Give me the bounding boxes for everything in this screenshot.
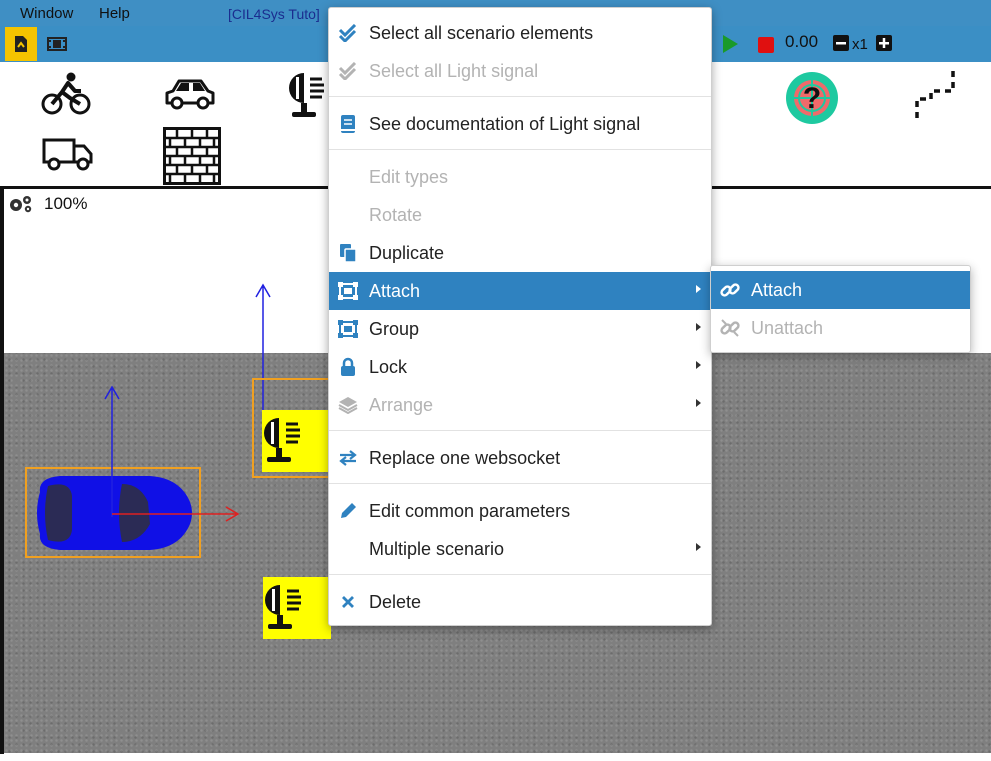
cyclist-icon[interactable] (40, 68, 92, 118)
menu-separator (329, 430, 711, 431)
menu-item-group[interactable]: Group (329, 310, 711, 348)
menu-window[interactable]: Window (20, 5, 73, 22)
radar-help-icon[interactable]: ? (784, 70, 840, 126)
context-menu: Select all scenario elements Select all … (328, 7, 712, 626)
menu-separator (329, 149, 711, 150)
car-icon[interactable] (162, 74, 218, 114)
close-icon (337, 591, 359, 613)
submenu-item-attach[interactable]: Attach (711, 271, 970, 309)
layers-icon (337, 394, 359, 416)
settings-gears-icon[interactable] (8, 194, 34, 214)
decrease-speed-icon[interactable] (833, 35, 849, 51)
menu-item-lock[interactable]: Lock (329, 348, 711, 386)
submenu-arrow-icon (696, 323, 701, 331)
menu-item-select-all-scenario[interactable]: Select all scenario elements (329, 14, 711, 52)
x-axis-arrow-car (112, 506, 240, 522)
pdf-export-icon[interactable] (5, 27, 37, 61)
project-title: [CIL4Sys Tuto] (228, 6, 320, 22)
speed-value: x1 (852, 36, 868, 53)
menu-item-multiple-scenario[interactable]: Multiple scenario (329, 530, 711, 568)
menu-separator (329, 96, 711, 97)
lock-icon (337, 356, 359, 378)
link-icon (719, 279, 741, 301)
light-signal-icon (265, 585, 301, 629)
menu-item-edit-types: Edit types (369, 167, 449, 187)
menu-item-edit-common-parameters[interactable]: Edit common parameters (329, 492, 711, 530)
check-double-icon (337, 60, 359, 82)
unlink-icon (719, 317, 741, 339)
light-signal-element-2[interactable] (263, 577, 331, 639)
menu-item-duplicate[interactable]: Duplicate (329, 234, 711, 272)
menu-separator (329, 483, 711, 484)
menu-item-delete[interactable]: Delete (329, 583, 711, 621)
submenu-arrow-icon (696, 399, 701, 407)
submenu-item-unattach: Unattach (711, 309, 970, 347)
exchange-icon (337, 447, 359, 469)
time-value: 0.00 (785, 32, 819, 51)
submenu-arrow-icon (696, 285, 701, 293)
submenu-arrow-icon (696, 361, 701, 369)
menu-item-arrange: Arrange (329, 386, 711, 424)
pencil-icon (337, 500, 359, 522)
copy-icon (337, 242, 359, 264)
truck-icon[interactable] (40, 134, 96, 174)
increase-speed-icon[interactable] (876, 35, 892, 51)
submenu-arrow-icon (696, 543, 701, 551)
film-icon[interactable] (44, 34, 70, 54)
svg-text:?: ? (803, 82, 821, 115)
book-icon (337, 113, 359, 135)
path-icon[interactable] (910, 68, 958, 124)
menu-item-see-documentation[interactable]: See documentation of Light signal (329, 105, 711, 143)
menu-item-select-all-light-signal: Select all Light signal (329, 52, 711, 90)
object-group-icon (337, 318, 359, 340)
wall-icon[interactable] (162, 126, 222, 186)
check-double-icon (337, 22, 359, 44)
menu-item-rotate: Rotate (369, 205, 423, 225)
menu-separator (329, 574, 711, 575)
light-signal-element[interactable] (262, 410, 330, 472)
light-signal-icon (264, 418, 300, 462)
stop-icon[interactable] (756, 35, 776, 55)
menu-help[interactable]: Help (99, 5, 130, 22)
attach-submenu: Attach Unattach (710, 265, 971, 353)
menu-item-attach[interactable]: Attach (329, 272, 711, 310)
play-icon[interactable] (719, 33, 741, 55)
light-signal-icon[interactable] (283, 68, 329, 120)
y-axis-arrow-car (104, 385, 120, 517)
zoom-level: 100% (44, 194, 88, 213)
object-group-icon (337, 280, 359, 302)
menu-item-replace-websocket[interactable]: Replace one websocket (329, 439, 711, 477)
